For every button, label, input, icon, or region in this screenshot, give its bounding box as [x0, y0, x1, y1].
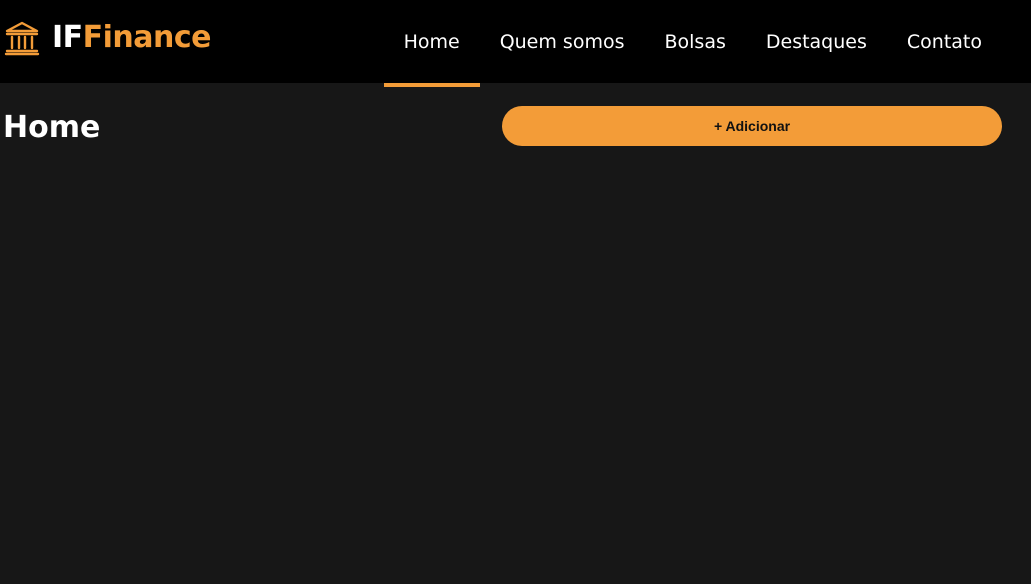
page-title: Home: [3, 110, 101, 145]
main-nav: Home Quem somos Bolsas Destaques Contato: [383, 0, 1002, 87]
brand-name: IFFinance: [52, 18, 212, 58]
bank-building-icon: [4, 20, 40, 56]
nav-item-destaques[interactable]: Destaques: [746, 0, 887, 83]
nav-item-home[interactable]: Home: [383, 0, 480, 87]
brand-logo-link[interactable]: IFFinance: [4, 18, 212, 58]
nav-item-bolsas[interactable]: Bolsas: [644, 0, 745, 83]
add-button[interactable]: + Adicionar: [502, 106, 1002, 146]
brand-name-finance: Finance: [82, 20, 212, 55]
nav-item-contato[interactable]: Contato: [887, 0, 1002, 83]
brand-name-if: IF: [52, 20, 83, 55]
navbar: IFFinance Home Quem somos Bolsas Destaqu…: [0, 0, 1031, 87]
nav-item-quem-somos[interactable]: Quem somos: [480, 0, 645, 83]
